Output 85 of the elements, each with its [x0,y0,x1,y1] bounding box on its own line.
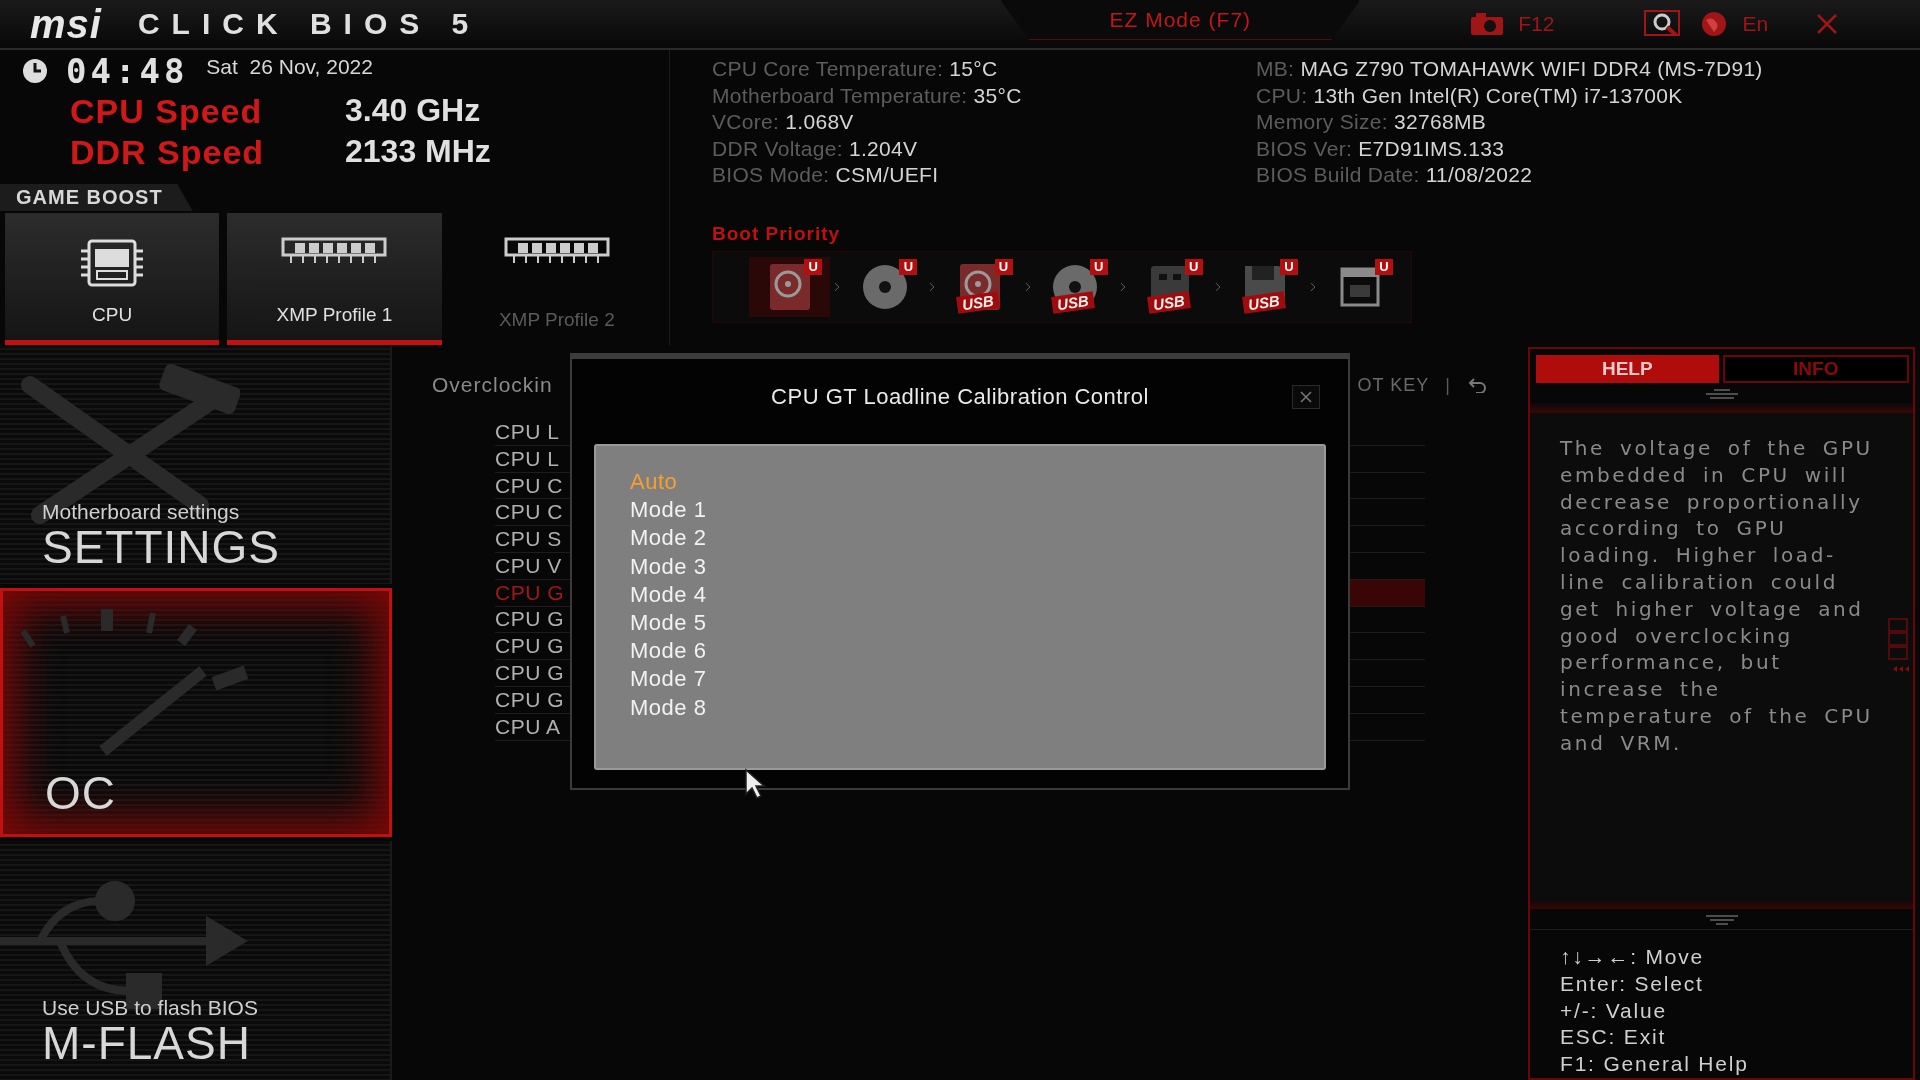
help-text: The voltage of the GPU embedded in CPU will decrease proportionally according to GPU loading. Higher load-line calibration could get higher voltage and good overclocking performance, but increase the temperature of the CPU and VRM. [1530,413,1913,899]
system-info-line: BIOS Mode: CSM/UEFI [712,162,940,189]
system-info-line: CPU: 13th Gen Intel(R) Core(TM) i7-13700K [1256,82,1684,109]
ez-mode-button[interactable]: EZ Mode (F7) [1000,0,1361,40]
option-item[interactable]: Mode 6 [630,637,707,666]
clock-icon [22,58,48,84]
speed-value: 2133 MHz [345,133,492,171]
option-item[interactable]: Mode 2 [630,524,707,553]
dialog-title: CPU GT Loadline Calibration Control [771,384,1149,410]
nav-tile[interactable]: OC [0,588,392,837]
uefi-badge: U [1375,259,1394,275]
uefi-badge: U [1184,259,1203,275]
system-info-line: DDR Voltage: 1.204V [712,135,919,162]
clock-time: 04:48 [66,51,189,91]
option-item[interactable]: Mode 7 [630,665,707,694]
option-item[interactable]: Mode 4 [630,580,707,609]
system-info-line: MB: MAG Z790 TOMAHAWK WIFI DDR4 (MS-7D91) [1256,56,1764,82]
system-info-line: BIOS Ver: E7D91IMS.133 [1256,135,1506,162]
panel-tab[interactable]: INFO [1722,355,1909,383]
option-item[interactable]: Auto [630,468,678,497]
chevron-icon [1119,282,1126,292]
system-info-line: VCore: 1.068V [712,109,855,136]
boot-device[interactable]: U [1319,257,1402,317]
game-boost-tile[interactable]: XMP Profile 1 [227,213,442,345]
close-icon [1816,13,1839,35]
option-item[interactable]: Mode 1 [630,496,707,525]
uefi-badge: U [1089,259,1108,275]
globe-icon [1700,10,1729,38]
system-info-line: CPU Core Temperature: 15°C [712,56,999,82]
system-info-line: Motherboard Temperature: 35°C [712,82,1023,109]
nav-caption: Motherboard settings [42,500,240,524]
mouse-pointer-icon [744,768,768,800]
screenshot-button[interactable]: F12 [1470,12,1555,36]
key-hint: ESC: Exit [1560,1024,1668,1051]
speed-value: 3.40 GHz [345,92,482,130]
close-button[interactable] [1816,13,1839,35]
key-hint: F1: General Help [1560,1051,1750,1078]
speed-label: CPU Speed [70,92,264,131]
chevron-icon [834,282,841,292]
key-hint: ↑↓→←: Move [1560,944,1706,970]
clock-date: Sat 26 Nov, 2022 [206,55,373,79]
separator-text: | [1445,374,1450,396]
nav-caption: Use USB to flash BIOS [42,996,258,1020]
uefi-badge: U [899,259,918,275]
nav-label: OC [45,770,116,816]
undo-icon[interactable] [1468,377,1488,393]
hot-key-button[interactable]: OT KEY [1357,374,1430,396]
option-item[interactable]: Mode 3 [630,552,707,581]
boot-device[interactable]: USB U [1129,257,1211,317]
camera-icon [1470,12,1505,36]
key-hint: +/-: Value [1560,997,1668,1024]
boot-device[interactable]: USB U [939,257,1021,317]
dialog-close-button[interactable] [1292,385,1320,409]
boot-device[interactable]: USB U [1224,257,1306,317]
option-item[interactable]: Mode 5 [630,608,707,638]
panel-tab[interactable]: HELP [1536,355,1719,383]
chevron-icon [929,282,936,292]
close-icon [1300,391,1312,403]
boot-device[interactable]: U [844,257,926,317]
language-button[interactable]: En [1700,10,1769,38]
boot-device[interactable]: USB U [1034,257,1116,317]
logo-text: msi [30,1,102,47]
chevron-icon [1214,282,1221,292]
memory-module-icon [281,235,388,265]
uefi-badge: U [1279,259,1298,275]
nav-label: M-FLASH [42,1020,251,1066]
uefi-badge: U [804,259,823,275]
key-hint: Enter: Select [1560,970,1705,997]
system-info-line: Memory Size: 32768MB [1256,109,1488,136]
nav-tile[interactable]: Use USB to flash BIOS M-FLASH [0,841,392,1080]
chevron-icon [1309,282,1316,292]
boot-device[interactable]: U [749,257,831,317]
speed-label: DDR Speed [70,133,266,172]
system-info-line: BIOS Build Date: 11/08/2022 [1256,162,1534,189]
uefi-badge: U [994,259,1013,275]
nav-label: SETTINGS [42,524,281,570]
nav-tile[interactable]: Motherboard settings SETTINGS [0,345,392,584]
option-item[interactable]: Mode 8 [630,693,707,722]
boot-priority-title: Boot Priority [712,223,842,245]
game-boost-tile[interactable]: CPU [5,213,220,345]
section-title: Overclockin [432,373,553,397]
product-title: CLICK BIOS 5 [137,7,481,41]
game-boost-title: GAME BOOST [0,184,193,211]
memory-module-icon [503,235,610,265]
chevron-icon [1024,282,1031,292]
